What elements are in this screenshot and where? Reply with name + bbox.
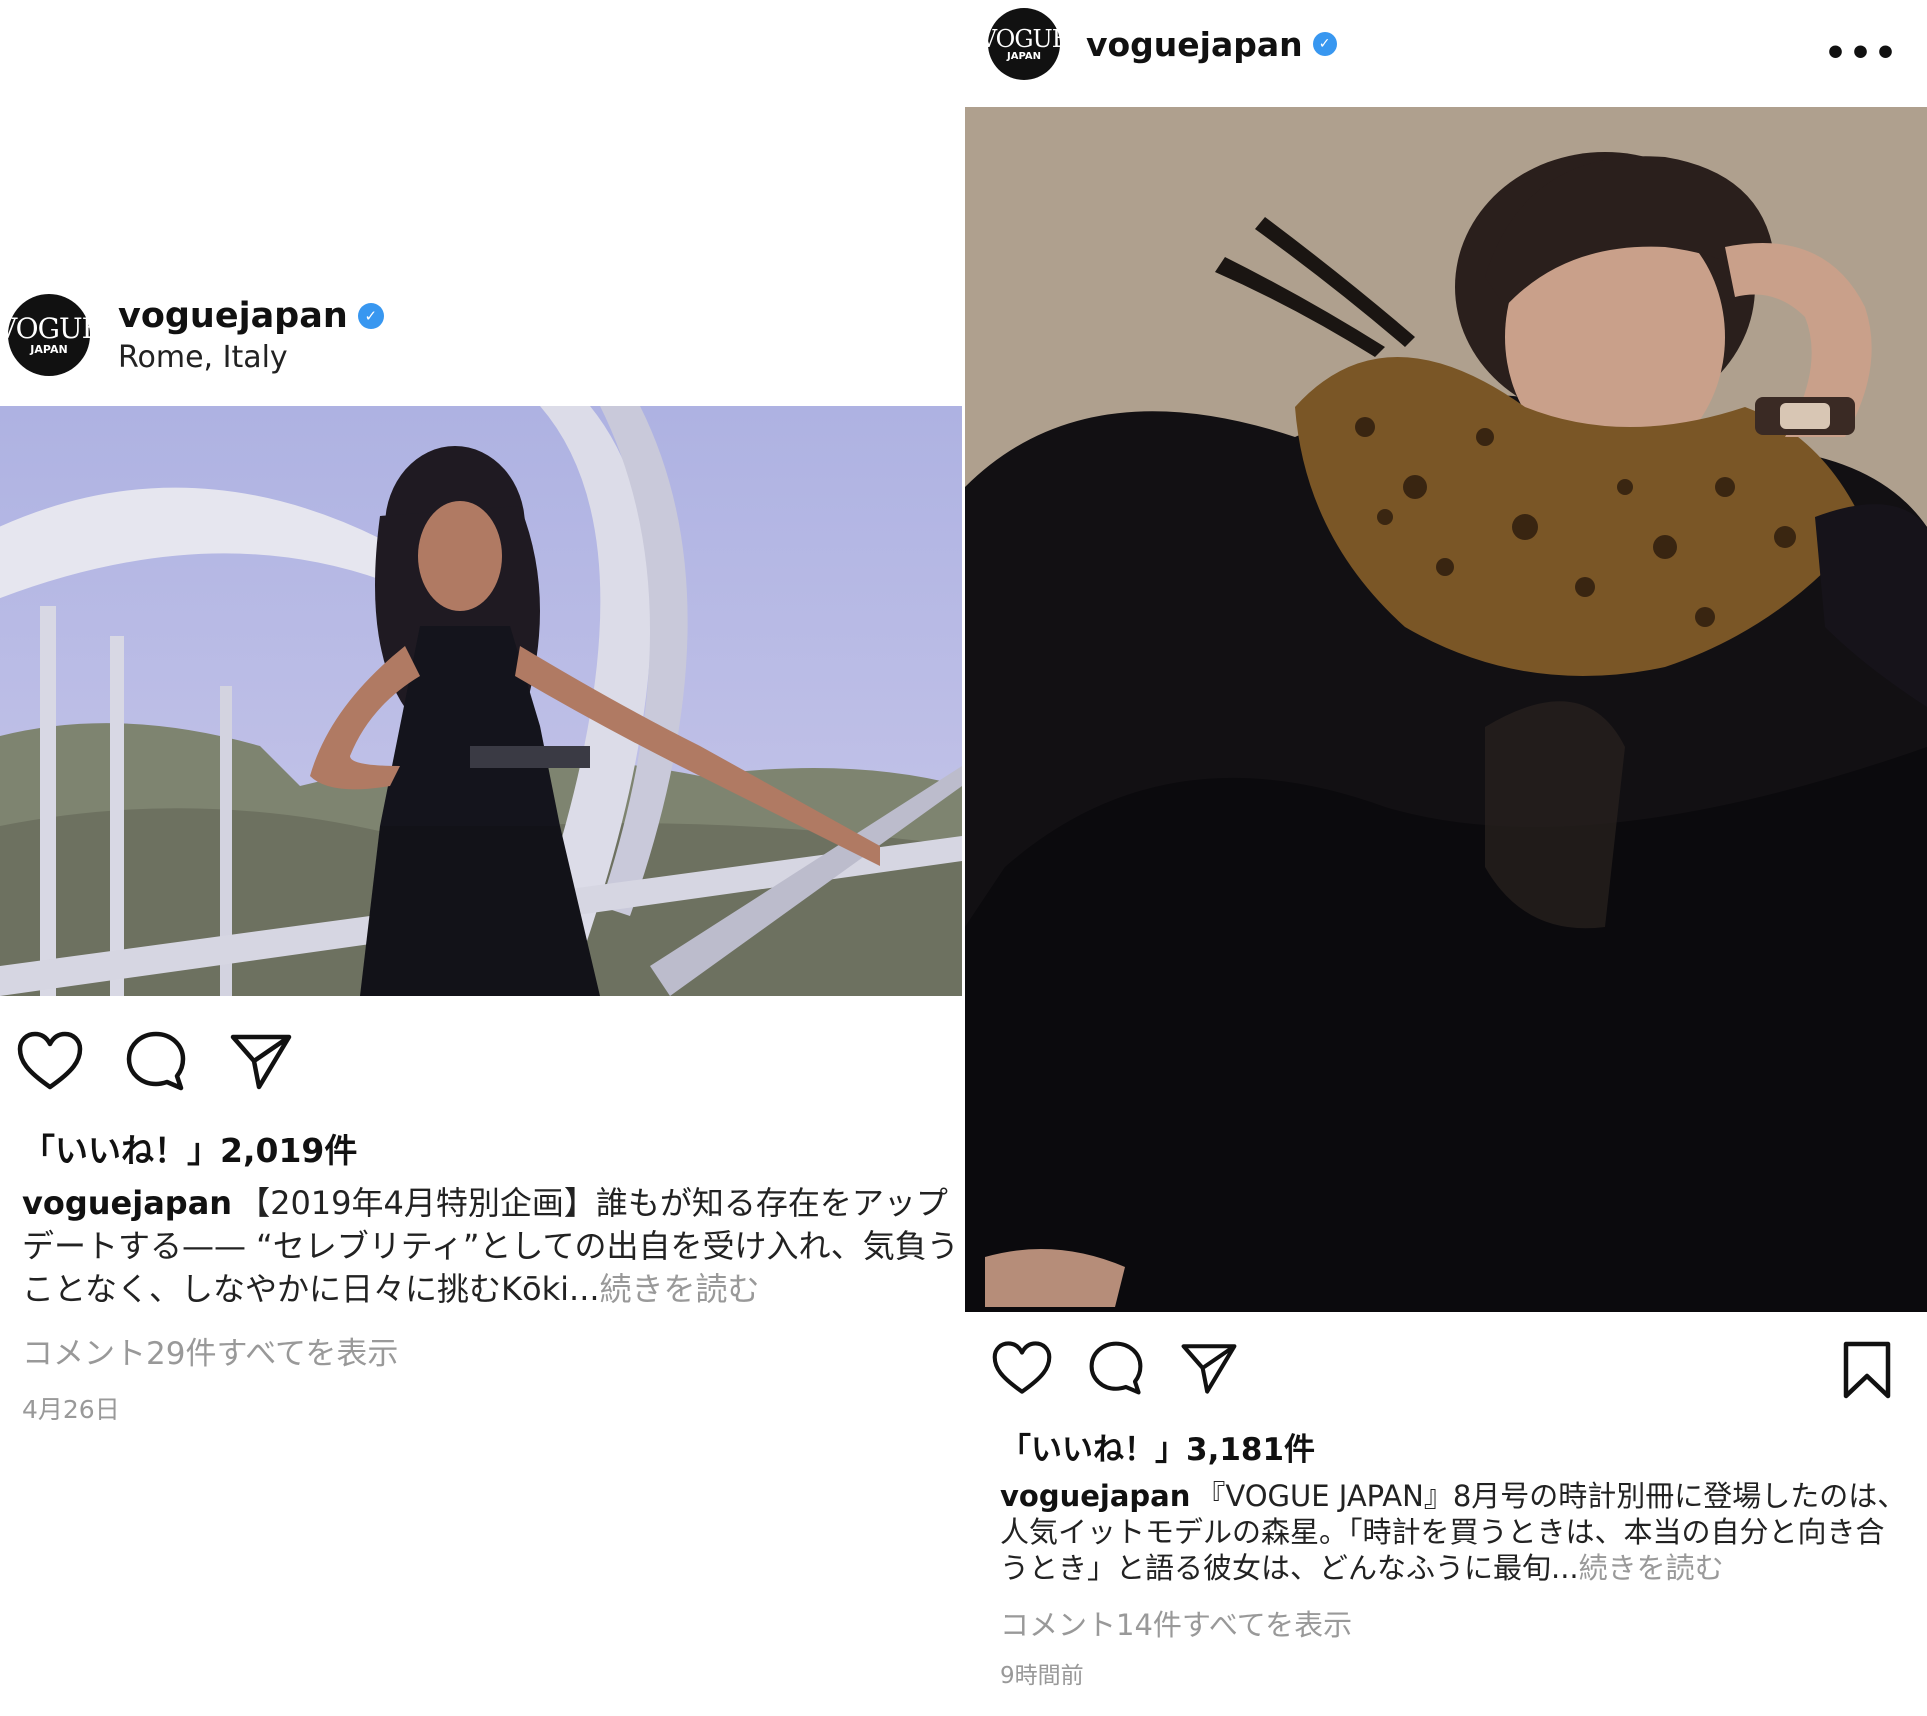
avatar-logo-subtext: JAPAN xyxy=(1007,50,1041,62)
share-icon[interactable] xyxy=(1180,1340,1238,1396)
header-text: voguejapan ✓ Rome, Italy xyxy=(118,296,384,375)
heart-icon[interactable] xyxy=(992,1340,1052,1396)
view-comments-link[interactable]: コメント14件すべてを表示 xyxy=(1000,1602,1352,1644)
caption-username[interactable]: voguejapan xyxy=(1000,1479,1190,1513)
caption: voguejapan 『VOGUE JAPAN』8月号の時計別冊に登場したのは、人… xyxy=(1000,1478,1912,1590)
view-comments-link[interactable]: コメント29件すべてを表示 xyxy=(22,1328,398,1373)
likes-count[interactable]: 「いいね！」2,019件 xyxy=(22,1124,357,1172)
avatar-logo-text: VOGUE xyxy=(979,24,1070,53)
verified-badge-icon: ✓ xyxy=(1312,32,1337,56)
username-row: voguejapan ✓ xyxy=(1086,25,1337,64)
likes-count[interactable]: 「いいね！」3,181件 xyxy=(1000,1424,1315,1469)
post-header: VOGUE JAPAN voguejapan ✓ xyxy=(980,8,1337,80)
avatar[interactable]: VOGUE JAPAN xyxy=(980,8,1069,80)
avatar-logo-text: VOGUE xyxy=(0,312,102,345)
timestamp: 4月26日 xyxy=(22,1395,120,1424)
share-icon[interactable] xyxy=(229,1031,293,1091)
caption: voguejapan 【2019年4月特別企画】誰もが知る存在をアップデートする—… xyxy=(22,1182,962,1312)
photo-woman-on-bridge xyxy=(0,406,962,996)
post-photo[interactable] xyxy=(0,406,962,996)
heart-icon[interactable] xyxy=(17,1031,83,1091)
caption-username[interactable]: voguejapan xyxy=(22,1184,232,1222)
post-right: VOGUE JAPAN voguejapan ✓ ••• 「いいね！」3,181… xyxy=(962,0,1927,1716)
more-options-icon[interactable]: ••• xyxy=(1824,36,1899,72)
avatar-logo-subtext: JAPAN xyxy=(30,343,68,356)
username[interactable]: voguejapan xyxy=(1086,25,1303,64)
read-more-link[interactable]: 続きを読む xyxy=(600,1270,760,1308)
bookmark-icon[interactable] xyxy=(1842,1340,1892,1400)
photo-model-portrait xyxy=(965,107,1927,1312)
post-header: VOGUE JAPAN voguejapan ✓ Rome, Italy xyxy=(0,294,384,376)
post-left: VOGUE JAPAN voguejapan ✓ Rome, Italy 「いい… xyxy=(0,0,962,1716)
action-bar xyxy=(17,1030,293,1092)
verified-badge-icon: ✓ xyxy=(357,302,384,329)
action-bar xyxy=(992,1340,1238,1396)
read-more-link[interactable]: 続きを読む xyxy=(1579,1551,1724,1585)
post-photo[interactable] xyxy=(965,107,1927,1312)
comment-icon[interactable] xyxy=(125,1030,187,1092)
location[interactable]: Rome, Italy xyxy=(118,340,384,375)
username-row: voguejapan ✓ xyxy=(118,296,384,336)
timestamp: 9時間前 xyxy=(1000,1663,1084,1689)
username[interactable]: voguejapan xyxy=(118,296,348,336)
avatar[interactable]: VOGUE JAPAN xyxy=(0,294,102,376)
comment-icon[interactable] xyxy=(1088,1340,1144,1396)
